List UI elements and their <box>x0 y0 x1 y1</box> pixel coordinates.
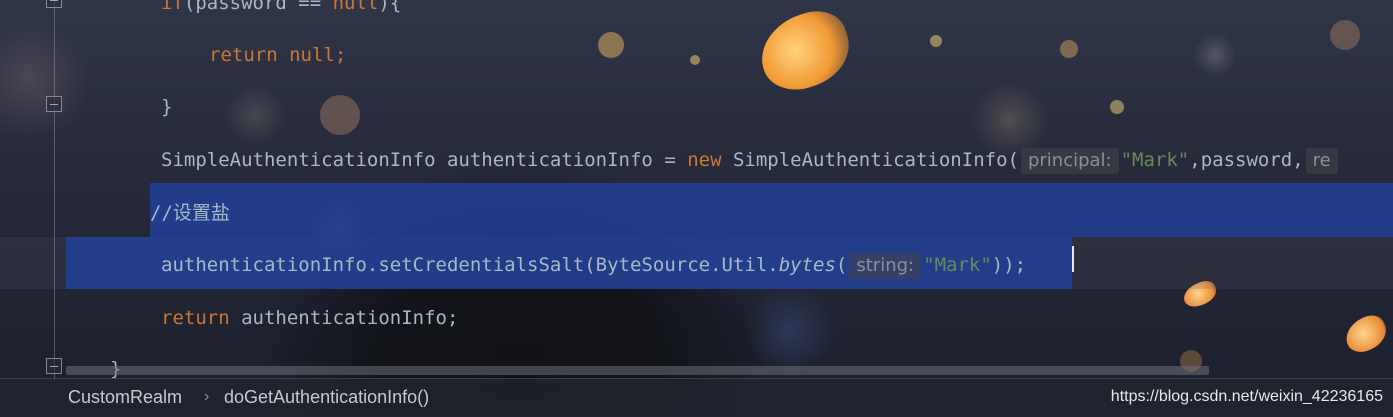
string-literal: "Mark" <box>923 254 992 276</box>
fold-marker-icon[interactable] <box>46 0 62 8</box>
code-text: authenticationInfo.setCredentialsSalt(By… <box>161 254 779 276</box>
fold-marker-icon[interactable] <box>46 358 62 374</box>
text-caret <box>1072 246 1074 272</box>
code-line-comment[interactable]: //设置盐 <box>150 200 230 226</box>
method-name: bytes <box>778 254 836 276</box>
code-line-set-salt[interactable]: authenticationInfo.setCredentialsSalt(By… <box>161 252 1026 279</box>
editor-gutter <box>0 0 66 380</box>
code-text: )); <box>991 254 1027 276</box>
text-selection <box>150 183 1393 237</box>
code-text: } <box>161 96 173 118</box>
fold-guide-line <box>54 0 55 380</box>
code-line-return-null[interactable]: return null; <box>209 42 346 68</box>
horizontal-scrollbar[interactable] <box>66 366 1209 375</box>
code-text: SimpleAuthenticationInfo( <box>721 149 1019 171</box>
breadcrumb-class[interactable]: CustomRealm <box>68 387 182 408</box>
parameter-hint: principal: <box>1020 148 1119 174</box>
breadcrumb-method[interactable]: doGetAuthenticationInfo() <box>224 387 429 408</box>
string-literal: "Mark" <box>1120 149 1190 171</box>
breadcrumb-separator: › <box>204 388 210 405</box>
code-line-if[interactable]: if(password == null){ <box>161 0 401 16</box>
keyword: if <box>161 0 184 14</box>
parameter-hint: string: <box>849 253 922 279</box>
code-text: authenticationInfo; <box>229 307 459 329</box>
comment-text: //设置盐 <box>150 202 230 224</box>
code-text: SimpleAuthenticationInfo authenticationI… <box>161 149 688 171</box>
keyword: null <box>289 44 335 66</box>
code-line-declaration[interactable]: SimpleAuthenticationInfo authenticationI… <box>161 147 1340 174</box>
code-text: (password == <box>183 0 333 14</box>
code-text: ){ <box>378 0 402 14</box>
semicolon: ; <box>334 44 347 66</box>
keyword: null <box>332 0 379 14</box>
code-text: ,password, <box>1189 149 1304 171</box>
parameter-hint: re <box>1305 148 1338 174</box>
breadcrumb-bar: CustomRealm › doGetAuthenticationInfo() … <box>0 378 1393 417</box>
code-line-return-info[interactable]: return authenticationInfo; <box>161 305 458 331</box>
code-line-brace[interactable]: } <box>161 94 172 120</box>
code-text: ( <box>835 254 848 276</box>
keyword: new <box>687 149 722 171</box>
fold-marker-icon[interactable] <box>46 96 62 112</box>
keyword: return <box>209 44 278 66</box>
keyword: return <box>161 307 230 329</box>
watermark-url: https://blog.csdn.net/weixin_42236165 <box>1110 388 1383 405</box>
